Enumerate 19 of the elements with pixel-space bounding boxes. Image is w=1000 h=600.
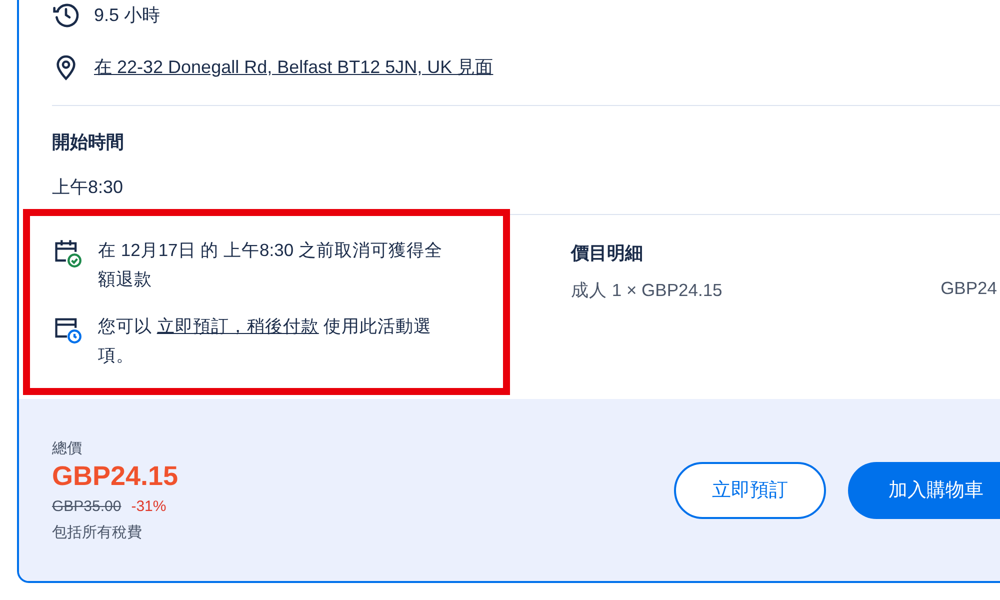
price-breakdown-title: 價目明細	[571, 242, 644, 265]
tax-note: 包括所有稅費	[52, 522, 143, 542]
book-now-button[interactable]: 立即預訂	[674, 462, 826, 518]
price-line-amount: GBP24	[940, 278, 997, 300]
discount-text: -31%	[131, 498, 166, 514]
duration-text: 9.5 小時	[94, 4, 160, 27]
add-to-cart-button[interactable]: 加入購物車	[848, 462, 1000, 518]
history-icon	[52, 1, 80, 29]
calendar-check-icon	[52, 238, 82, 268]
start-time-value: 上午8:30	[52, 176, 124, 198]
meeting-point-link[interactable]: 在 22-32 Donegall Rd, Belfast BT12 5JN, UK 見面	[94, 55, 494, 79]
price-line-label: 成人 1 × GBP24.15	[571, 279, 722, 302]
policy-text: 您可以 立即預訂，稍後付款 使用此活動選項。	[98, 315, 433, 367]
total-price: GBP24.15	[52, 460, 178, 492]
start-time-label: 開始時間	[52, 131, 125, 153]
policy-text: 在 12月17日 的 上午8:30 之前取消可獲得全額退款	[98, 239, 444, 291]
total-label: 總價	[52, 438, 83, 458]
original-price: GBP35.00	[52, 498, 122, 514]
reserve-now-pay-later-link[interactable]: 立即預訂，稍後付款	[156, 316, 319, 336]
